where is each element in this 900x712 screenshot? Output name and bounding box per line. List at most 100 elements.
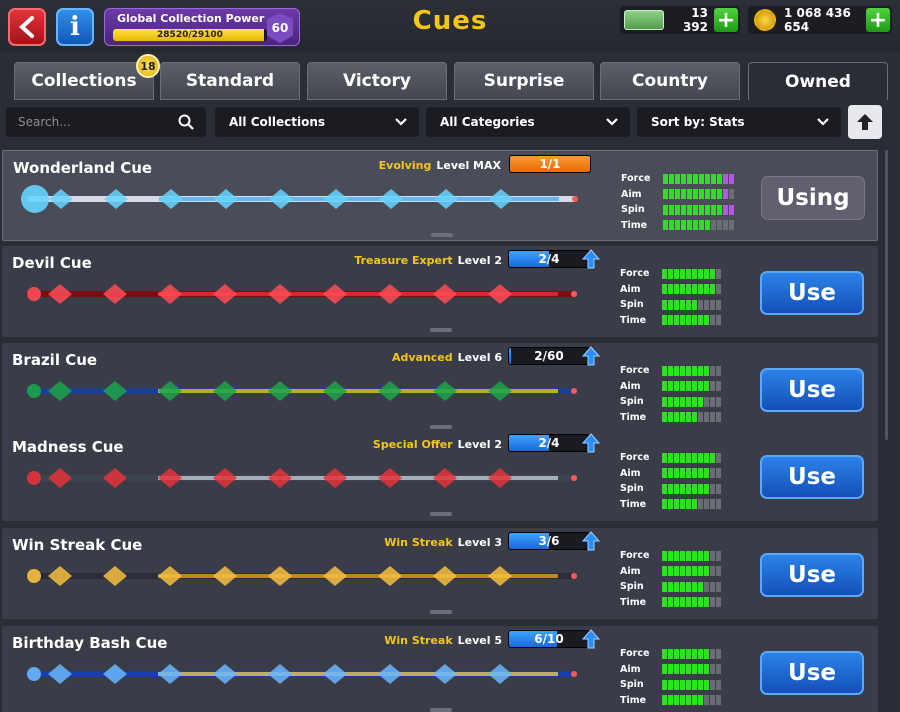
tab-victory[interactable]: Victory: [307, 62, 447, 100]
using-button[interactable]: Using: [761, 176, 865, 220]
stat-segment: [704, 679, 709, 690]
upgrade-arrow-icon[interactable]: [582, 531, 600, 551]
category-dropdown[interactable]: All Categories: [426, 107, 630, 137]
upgrade-arrow-icon[interactable]: [582, 433, 600, 453]
stat-segment: [716, 365, 721, 376]
tab-collections[interactable]: Collections: [14, 62, 154, 100]
stat-segment: [680, 695, 685, 706]
use-button[interactable]: Use: [760, 368, 864, 412]
row-handle: [431, 233, 453, 237]
cue-row[interactable]: Devil Cue Treasure Expert Level 2 2/4 Force A…: [2, 246, 878, 337]
stat-segment: [717, 220, 722, 231]
stat-segment: [680, 315, 685, 326]
search-input[interactable]: Search...: [6, 107, 206, 137]
chevron-down-icon: [606, 118, 618, 126]
stat-bar: [662, 284, 721, 295]
tab-owned[interactable]: Owned: [748, 62, 888, 100]
stat-segment: [680, 381, 685, 392]
stat-bar: [662, 648, 721, 659]
cue-row[interactable]: Win Streak Cue Win Streak Level 3 3/6 Force A…: [2, 528, 878, 619]
stat-segment: [692, 597, 697, 608]
row-handle: [430, 610, 452, 614]
stat-bar: [662, 483, 721, 494]
stat-segment: [716, 499, 721, 510]
stat-label: Aim: [620, 467, 641, 479]
add-coins-button[interactable]: +: [866, 8, 890, 33]
stat-segment: [675, 204, 680, 215]
stat-segment: [663, 204, 668, 215]
stat-segment: [710, 597, 715, 608]
stat-segment: [680, 299, 685, 310]
stat-segment: [680, 483, 685, 494]
stat-segment: [692, 648, 697, 659]
sort-direction-button[interactable]: [848, 105, 882, 139]
stat-segment: [668, 299, 673, 310]
cue-stats: Force Aim Spin Time: [620, 450, 750, 512]
stat-segment: [680, 468, 685, 479]
stat-segment: [705, 173, 710, 184]
stat-segment: [698, 299, 703, 310]
stat-segment: [716, 299, 721, 310]
stat-bar: [662, 299, 721, 310]
stat-segment: [674, 299, 679, 310]
stat-segment: [716, 452, 721, 463]
stat-segment: [687, 220, 692, 231]
scrollbar[interactable]: [885, 150, 888, 440]
use-button[interactable]: Use: [760, 553, 864, 597]
stat-segment: [716, 695, 721, 706]
upgrade-arrow-icon[interactable]: [582, 249, 600, 269]
cue-upgrade-progress-text: 3/6: [538, 534, 560, 548]
cue-category-tag: Advanced: [391, 351, 453, 364]
upgrade-arrow-icon[interactable]: [582, 629, 600, 649]
stat-aim: Aim: [620, 466, 750, 482]
stat-label: Aim: [620, 565, 641, 577]
power-label: Global Collection Power: [117, 12, 265, 25]
stat-label: Force: [620, 365, 650, 377]
tab-standard[interactable]: Standard: [160, 62, 300, 100]
stat-segment: [729, 220, 734, 231]
stat-bar: [662, 315, 721, 326]
use-button[interactable]: Use: [760, 455, 864, 499]
stat-segment: [710, 365, 715, 376]
stat-segment: [674, 597, 679, 608]
use-button[interactable]: Use: [760, 651, 864, 695]
stat-segment: [680, 365, 685, 376]
stat-segment: [674, 268, 679, 279]
stat-segment: [704, 299, 709, 310]
cue-row[interactable]: Wonderland Cue Evolving Level MAX 1/1 Force A…: [2, 150, 878, 241]
stat-segment: [723, 189, 728, 200]
cue-level: Level 5: [457, 634, 502, 647]
tab-country[interactable]: Country: [600, 62, 740, 100]
stat-segment: [663, 189, 668, 200]
stat-segment: [698, 566, 703, 577]
stat-segment: [687, 189, 692, 200]
collection-dropdown[interactable]: All Collections: [215, 107, 419, 137]
stat-segment: [698, 396, 703, 407]
stat-segment: [729, 204, 734, 215]
tab-surprise[interactable]: Surprise: [454, 62, 594, 100]
cash-amount: 13 392: [682, 6, 708, 34]
stat-segment: [698, 365, 703, 376]
stat-time: Time: [620, 313, 750, 329]
sort-dropdown[interactable]: Sort by: Stats: [637, 107, 841, 137]
cue-row[interactable]: Madness Cue Special Offer Level 2 2/4 Force A…: [2, 430, 878, 521]
cue-status: Special Offer Level 2: [373, 438, 502, 451]
cue-row[interactable]: Brazil Cue Advanced Level 6 2/60 Force Aim Spi…: [2, 343, 878, 434]
stat-segment: [662, 664, 667, 675]
add-cash-button[interactable]: +: [714, 8, 738, 33]
cue-upgrade-progress: 2/60: [508, 347, 590, 365]
use-button[interactable]: Use: [760, 271, 864, 315]
info-button[interactable]: i: [56, 8, 94, 46]
back-button[interactable]: [8, 8, 46, 46]
stat-segment: [674, 550, 679, 561]
cue-category-tag: Evolving: [378, 159, 432, 172]
global-collection-power[interactable]: Global Collection Power 28520/29100 60: [104, 8, 300, 46]
stat-segment: [699, 204, 704, 215]
upgrade-arrow-icon[interactable]: [582, 346, 600, 366]
stat-segment: [662, 468, 667, 479]
cue-upgrade-progress: 1/1: [509, 155, 591, 173]
stat-bar: [662, 381, 721, 392]
power-progress-text: 28520/29100: [157, 30, 223, 40]
stat-bar: [662, 468, 721, 479]
cue-row[interactable]: Birthday Bash Cue Win Streak Level 5 6/10 Fo…: [2, 626, 878, 712]
